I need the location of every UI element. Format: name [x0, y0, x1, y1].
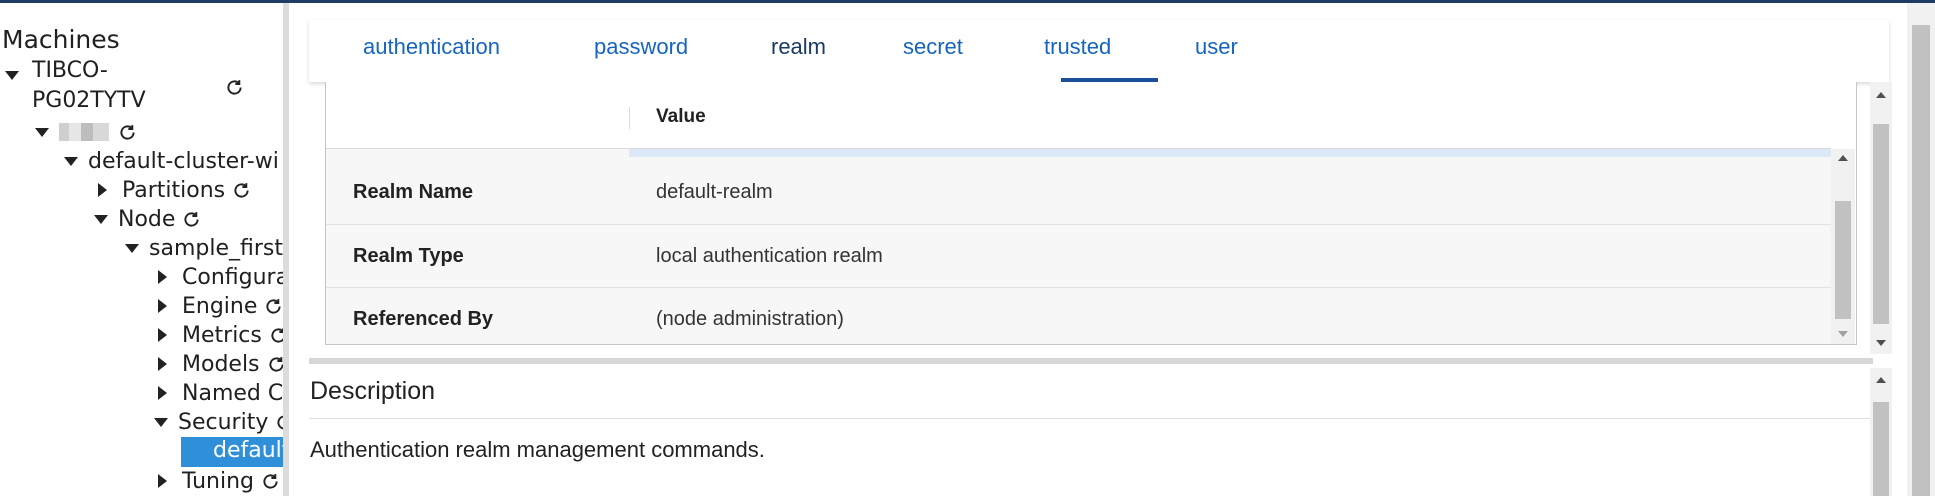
host-refresh[interactable] — [218, 73, 245, 101]
refresh-icon[interactable] — [231, 180, 252, 201]
tab-password[interactable]: password — [594, 34, 688, 74]
tree-item-node[interactable]: Node — [94, 205, 202, 233]
tree-item-sample-first[interactable]: sample_first — [125, 234, 283, 262]
tree-item-default-selected[interactable]: default — [181, 437, 283, 467]
refresh-icon[interactable] — [274, 412, 283, 433]
caret-right-icon[interactable] — [158, 328, 167, 342]
caret-down-icon[interactable] — [35, 127, 49, 137]
tree-item-cluster[interactable]: default-cluster-wi — [64, 147, 279, 175]
caret-right-icon[interactable] — [98, 183, 107, 197]
scroll-down-arrow-icon[interactable] — [1838, 331, 1848, 337]
column-divider[interactable] — [629, 107, 630, 129]
row-key: Referenced By — [353, 308, 494, 330]
row-key: Realm Type — [353, 245, 464, 267]
caret-right-icon[interactable] — [158, 357, 167, 371]
caret-right-icon[interactable] — [158, 386, 167, 400]
row-value: default-realm — [656, 181, 773, 203]
scroll-up-arrow-icon[interactable] — [1838, 155, 1848, 161]
table-row[interactable]: Referenced By (node administration) — [326, 287, 1831, 351]
tree-item-named[interactable]: Named C — [156, 379, 283, 407]
tree-item-host[interactable] — [5, 61, 29, 89]
body-top-strip — [629, 149, 1831, 157]
table-header: Value — [326, 82, 1856, 152]
scrollbar-thumb[interactable] — [1912, 25, 1930, 496]
tree-item-security[interactable]: Security — [154, 408, 283, 436]
tree-item-metrics[interactable]: Metrics — [156, 321, 283, 349]
row-value: (node administration) — [656, 308, 844, 330]
caret-right-icon[interactable] — [158, 270, 167, 284]
table-row[interactable]: Realm Name default-realm — [326, 161, 1831, 224]
tree-item-host-label-line2[interactable]: PG02TYTV — [32, 86, 146, 114]
tab-bar: authentication password realm secret tru… — [309, 20, 1889, 83]
description-text: Authentication realm management commands… — [310, 437, 765, 462]
caret-right-icon[interactable] — [158, 299, 167, 313]
tab-authentication[interactable]: authentication — [363, 34, 500, 74]
refresh-icon[interactable] — [181, 209, 202, 230]
caret-down-icon[interactable] — [64, 156, 78, 166]
tree-item-configuration[interactable]: Configura — [156, 263, 283, 291]
refresh-icon[interactable] — [268, 325, 283, 346]
refresh-icon[interactable] — [260, 471, 281, 492]
tree-item-host-label[interactable]: TIBCO- — [32, 56, 108, 84]
redacted-machine-name — [59, 123, 109, 141]
caret-down-icon[interactable] — [94, 214, 108, 224]
tree-item-machine[interactable] — [35, 118, 138, 146]
description-scrollbar[interactable] — [1870, 368, 1892, 496]
caret-right-icon[interactable] — [158, 474, 167, 488]
caret-down-icon[interactable] — [154, 417, 168, 427]
tree-item-engine[interactable]: Engine — [156, 292, 283, 320]
refresh-icon[interactable] — [117, 122, 138, 143]
tree-item-partitions[interactable]: Partitions — [96, 176, 252, 204]
caret-down-icon[interactable] — [125, 243, 139, 253]
description-divider — [309, 418, 1870, 419]
tab-trusted[interactable]: trusted — [1044, 34, 1111, 74]
table-body: Realm Name default-realm Realm Type loca… — [326, 149, 1831, 344]
machines-sidebar: Machines TIBCO- PG02TYTV default-cluster… — [0, 3, 283, 496]
panel-scrollbar[interactable] — [1870, 82, 1892, 354]
top-border — [0, 0, 1935, 3]
refresh-icon[interactable] — [266, 354, 283, 375]
table-scrollbar[interactable] — [1831, 149, 1855, 344]
row-key: Realm Name — [353, 181, 474, 203]
tree-item-models[interactable]: Models — [156, 350, 283, 378]
scrollbar-thumb[interactable] — [1873, 124, 1889, 324]
scroll-up-arrow-icon[interactable] — [1876, 92, 1886, 98]
tab-realm[interactable]: realm — [771, 34, 826, 74]
sidebar-resize-handle[interactable] — [283, 3, 289, 496]
scrollbar-thumb[interactable] — [1873, 402, 1889, 496]
caret-down-icon[interactable] — [5, 70, 19, 80]
refresh-icon[interactable] — [263, 296, 283, 317]
column-header-value[interactable]: Value — [656, 106, 706, 128]
page-scrollbar[interactable] — [1907, 3, 1935, 496]
table-row[interactable]: Realm Type local authentication realm — [326, 224, 1831, 288]
tab-secret[interactable]: secret — [903, 34, 963, 74]
panel-splitter[interactable] — [309, 358, 1873, 364]
tab-user[interactable]: user — [1195, 34, 1238, 74]
row-value: local authentication realm — [656, 245, 883, 267]
description-title: Description — [310, 377, 436, 405]
refresh-icon[interactable] — [224, 77, 245, 98]
scroll-down-arrow-icon[interactable] — [1876, 340, 1886, 346]
tree-item-tuning[interactable]: Tuning — [156, 467, 281, 495]
properties-table: Value Realm Name default-realm Realm Typ… — [325, 82, 1857, 345]
sidebar-title: Machines — [2, 25, 120, 54]
scrollbar-thumb[interactable] — [1835, 201, 1851, 319]
scroll-up-arrow-icon[interactable] — [1876, 377, 1886, 383]
